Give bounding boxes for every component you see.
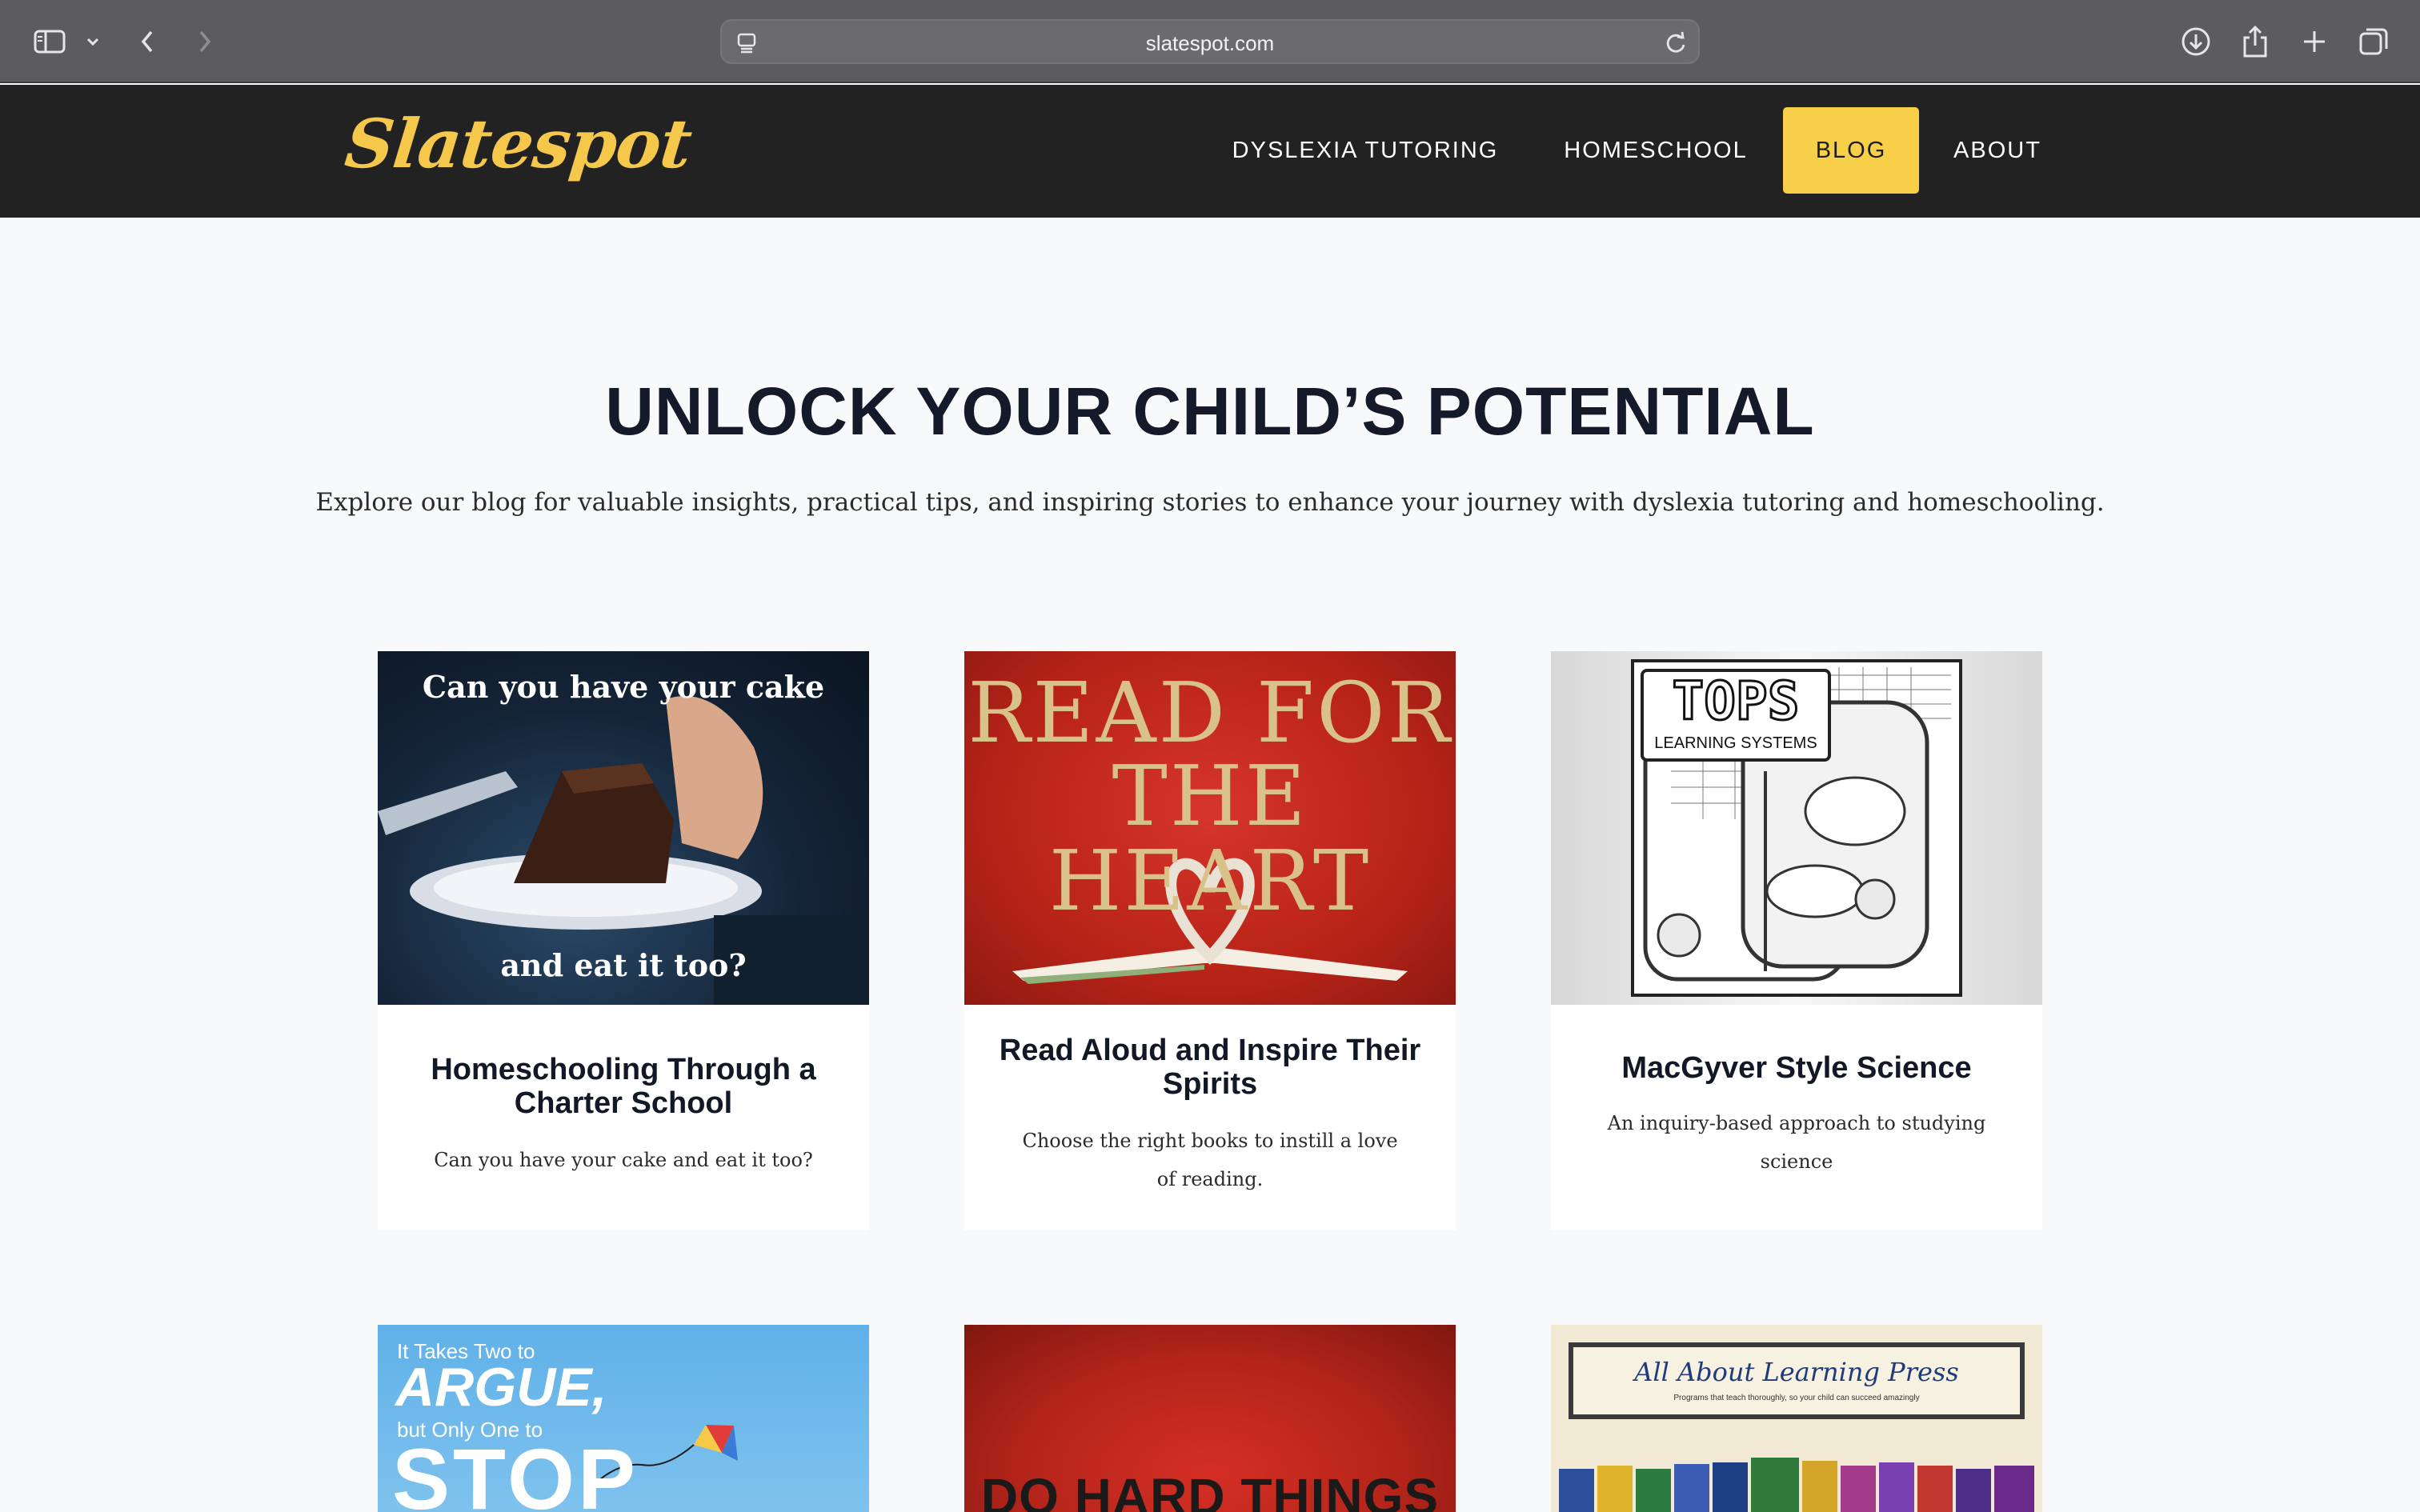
forward-icon[interactable]	[189, 21, 221, 62]
image-caption-mid: ARGUE,	[395, 1357, 607, 1418]
nav-about[interactable]: ABOUT	[1941, 107, 2053, 194]
blog-card[interactable]: READ FOR THE HEART Read Aloud and Inspir…	[964, 651, 1456, 1230]
argue-image[interactable]: It Takes Two to ARGUE, but Only One to S…	[378, 1325, 869, 1512]
address-bar[interactable]: slatespot.com	[720, 19, 1700, 64]
all-about-learning-press-image[interactable]: All About Learning Press Programs that t…	[1551, 1325, 2042, 1512]
image-caption-bottom: and eat it too?	[500, 947, 747, 983]
site-logo[interactable]: Slatespot	[342, 104, 695, 183]
sidebar-toggle-icon[interactable]	[29, 21, 70, 62]
cake-image[interactable]: Can you have your cake and eat it too?	[378, 651, 869, 1005]
browser-toolbar: slatespot.com	[0, 0, 2420, 83]
nav-homeschool[interactable]: HOMESCHOOL	[1551, 107, 1761, 194]
post-title[interactable]: Read Aloud and Inspire Their Spirits	[996, 1034, 1424, 1101]
post-description: An inquiry-based approach to studying sc…	[1607, 1112, 1986, 1173]
post-description: Choose the right books to instill a love…	[1022, 1130, 1398, 1190]
page-title: UNLOCK YOUR CHILD’S POTENTIAL	[605, 374, 1815, 449]
post-title[interactable]: Homeschooling Through a Charter School	[410, 1053, 837, 1120]
nav-dyslexia-tutoring[interactable]: DYSLEXIA TUTORING	[1216, 107, 1514, 194]
blog-card[interactable]: It Takes Two to ARGUE, but Only One to S…	[378, 1325, 869, 1512]
chevron-down-icon[interactable]	[82, 21, 104, 62]
back-icon[interactable]	[131, 21, 163, 62]
image-caption-top: TOPS	[1671, 670, 1801, 732]
downloads-icon[interactable]	[2177, 21, 2215, 62]
tops-learning-systems-image[interactable]: TOPS LEARNING SYSTEMS	[1551, 651, 2042, 1005]
image-caption-bottom: STOP	[392, 1430, 639, 1512]
post-title[interactable]: MacGyver Style Science	[1583, 1051, 2010, 1085]
read-for-the-heart-image[interactable]: READ FOR THE HEART	[964, 651, 1456, 1005]
post-description: Can you have your cake and eat it too?	[434, 1149, 813, 1171]
do-hard-things-image[interactable]: DO HARD THINGS	[964, 1325, 1456, 1512]
page-subtitle: Explore our blog for valuable insights, …	[315, 488, 2105, 517]
blog-card[interactable]: All About Learning Press Programs that t…	[1551, 1325, 2042, 1512]
reload-icon[interactable]	[1663, 30, 1689, 56]
image-caption-bottom: LEARNING SYSTEMS	[1654, 734, 1817, 752]
tab-overview-icon[interactable]	[2354, 21, 2393, 62]
new-tab-icon[interactable]	[2295, 21, 2334, 62]
image-caption-bottom: THE HEART	[1048, 747, 1372, 930]
nav-blog[interactable]: BLOG	[1783, 107, 1919, 194]
blog-card[interactable]: TOPS LEARNING SYSTEMS MacGyver Style Sci…	[1551, 651, 2042, 1230]
blog-card[interactable]: DO HARD THINGS	[964, 1325, 1456, 1512]
image-caption-top: Can you have your cake	[422, 669, 825, 705]
image-caption-top: READ FOR	[968, 664, 1452, 762]
site-header: Slatespot DYSLEXIA TUTORING HOMESCHOOL B…	[0, 85, 2420, 218]
image-caption-top: DO HARD THINGS	[980, 1468, 1440, 1512]
url-text: slatespot.com	[1145, 31, 1275, 55]
share-icon[interactable]	[2236, 21, 2274, 62]
blog-card[interactable]: Can you have your cake and eat it too? H…	[378, 651, 869, 1230]
tops-logo: TOPS LEARNING SYSTEMS	[1641, 669, 1831, 762]
